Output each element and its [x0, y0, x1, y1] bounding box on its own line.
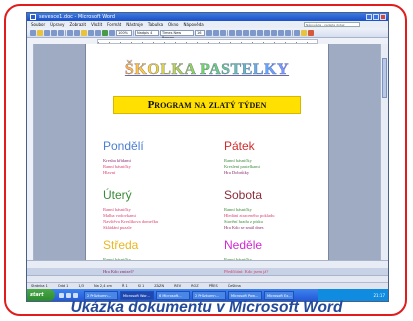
toolbar-separator	[227, 29, 228, 36]
scrollbar-thumb[interactable]	[382, 58, 387, 98]
day-heading: Sobota	[224, 188, 263, 202]
word-window-screenshot: sevesce1.doc - Microsoft Word Soubor Úpr…	[26, 12, 389, 302]
print-icon[interactable]	[51, 29, 57, 36]
day-heading: Pondělí	[103, 139, 144, 153]
new-document-icon[interactable]	[30, 29, 36, 36]
size-select[interactable]: 16	[195, 29, 205, 36]
window-title: sevesce1.doc - Microsoft Word	[39, 14, 116, 20]
toolbar-separator	[292, 29, 293, 36]
numbering-icon[interactable]	[264, 29, 270, 36]
cut-icon[interactable]	[67, 29, 73, 36]
print-preview-icon[interactable]	[58, 29, 64, 36]
bold-icon[interactable]	[206, 29, 212, 36]
day-section-streda: Středa Ranní básničky Soutěž s pohárky a…	[103, 239, 157, 275]
menu-upravy[interactable]: Úpravy	[50, 21, 64, 28]
document-title: ŠKOLKA PASTELKY	[86, 61, 328, 79]
status-bar: Stránka 1 Odd 1 1/3 Na 2,4 cm Ř 1 Sl 1 Z…	[27, 282, 388, 289]
vertical-ruler[interactable]	[27, 44, 34, 268]
underline-icon[interactable]	[220, 29, 226, 36]
justify-icon[interactable]	[250, 29, 256, 36]
increase-indent-icon[interactable]	[285, 29, 291, 36]
menu-zobrazit[interactable]: Zobrazit	[69, 21, 86, 28]
save-icon[interactable]	[44, 29, 50, 36]
word-app-icon	[30, 14, 36, 20]
minimize-button[interactable]	[366, 14, 372, 20]
menu-bar: Soubor Úpravy Zobrazit Vložit Formát Nás…	[27, 21, 388, 28]
undo-icon[interactable]	[88, 29, 94, 36]
day-heading: Neděle	[224, 238, 263, 252]
menu-tabulka[interactable]: Tabulka	[148, 21, 163, 28]
bullets-icon[interactable]	[271, 29, 277, 36]
clock[interactable]: 21:17	[373, 293, 385, 298]
align-center-icon[interactable]	[236, 29, 242, 36]
formatting-toolbar: 100% Nadpis 4 Times New Roman 16	[27, 28, 388, 40]
toolbar-separator	[133, 29, 134, 36]
menu-napoveda[interactable]: Nápověda	[184, 21, 204, 28]
day-section-utery: Úterý Ranní básničky Malba vodovkami Nav…	[103, 189, 158, 231]
style-select[interactable]: Nadpis 4	[135, 29, 159, 36]
document-area: ŠKOLKA PASTELKY Program na zlatý týden P…	[27, 44, 388, 274]
line-spacing-icon[interactable]	[257, 29, 263, 36]
align-right-icon[interactable]	[243, 29, 249, 36]
day-heading: Středa	[103, 238, 139, 252]
activity-item: Skládání puzzle	[103, 225, 132, 230]
day-heading: Úterý	[103, 188, 132, 202]
maximize-button[interactable]	[373, 14, 379, 20]
activity-item: Hlavní	[103, 170, 116, 175]
day-section-patek: Pátek Ranní básničky Kreslení pastelkami…	[224, 140, 260, 176]
toolbar-separator	[65, 29, 66, 36]
day-section-pondeli: Pondělí Kresba křídami Ranní básničky Hl…	[103, 140, 144, 176]
horizontal-scrollbar[interactable]	[27, 260, 388, 268]
vertical-scrollbar[interactable]	[380, 44, 388, 268]
columns-icon[interactable]	[109, 29, 115, 36]
table-icon[interactable]	[102, 29, 108, 36]
font-select[interactable]: Times New Roman	[160, 29, 194, 40]
menu-nastroje[interactable]: Nástroje	[126, 21, 143, 28]
menu-format[interactable]: Formát	[107, 21, 121, 28]
copy-icon[interactable]	[74, 29, 80, 36]
align-left-icon[interactable]	[229, 29, 235, 36]
program-banner: Program na zlatý týden	[113, 96, 301, 114]
decrease-indent-icon[interactable]	[278, 29, 284, 36]
day-section-sobota: Sobota Ranní básničky Hledání ztraceného…	[224, 189, 274, 231]
highlight-icon[interactable]	[301, 29, 307, 36]
figure-caption: Ukázka dokumentu v Microsoft Word	[70, 299, 343, 316]
activity-item: Hra Kdo se smál dnes	[224, 225, 264, 230]
redo-icon[interactable]	[95, 29, 101, 36]
quick-launch-icon[interactable]	[59, 292, 64, 298]
help-search-input[interactable]: Nápověda - zadejte dotaz	[304, 22, 360, 27]
open-folder-icon[interactable]	[37, 29, 43, 36]
day-heading: Pátek	[224, 139, 255, 153]
close-button[interactable]	[380, 14, 386, 20]
menu-soubor[interactable]: Soubor	[31, 21, 45, 28]
font-color-icon[interactable]	[308, 29, 314, 36]
day-section-nedele: Neděle Ranní básničky Hra Co je to? Před…	[224, 239, 268, 275]
borders-icon[interactable]	[294, 29, 300, 36]
quick-launch-icon[interactable]	[73, 292, 78, 298]
quick-launch-icon[interactable]	[66, 292, 71, 298]
italic-icon[interactable]	[213, 29, 219, 36]
quick-launch	[55, 292, 82, 298]
activity-item: Hra Dobrůtky	[224, 170, 250, 175]
zoom-select[interactable]: 100%	[116, 29, 132, 36]
title-bar: sevesce1.doc - Microsoft Word	[27, 13, 388, 21]
document-page[interactable]: ŠKOLKA PASTELKY Program na zlatý týden P…	[85, 44, 329, 274]
menu-vlozit[interactable]: Vložit	[91, 21, 102, 28]
paste-icon[interactable]	[81, 29, 87, 36]
menu-okno[interactable]: Okno	[168, 21, 178, 28]
